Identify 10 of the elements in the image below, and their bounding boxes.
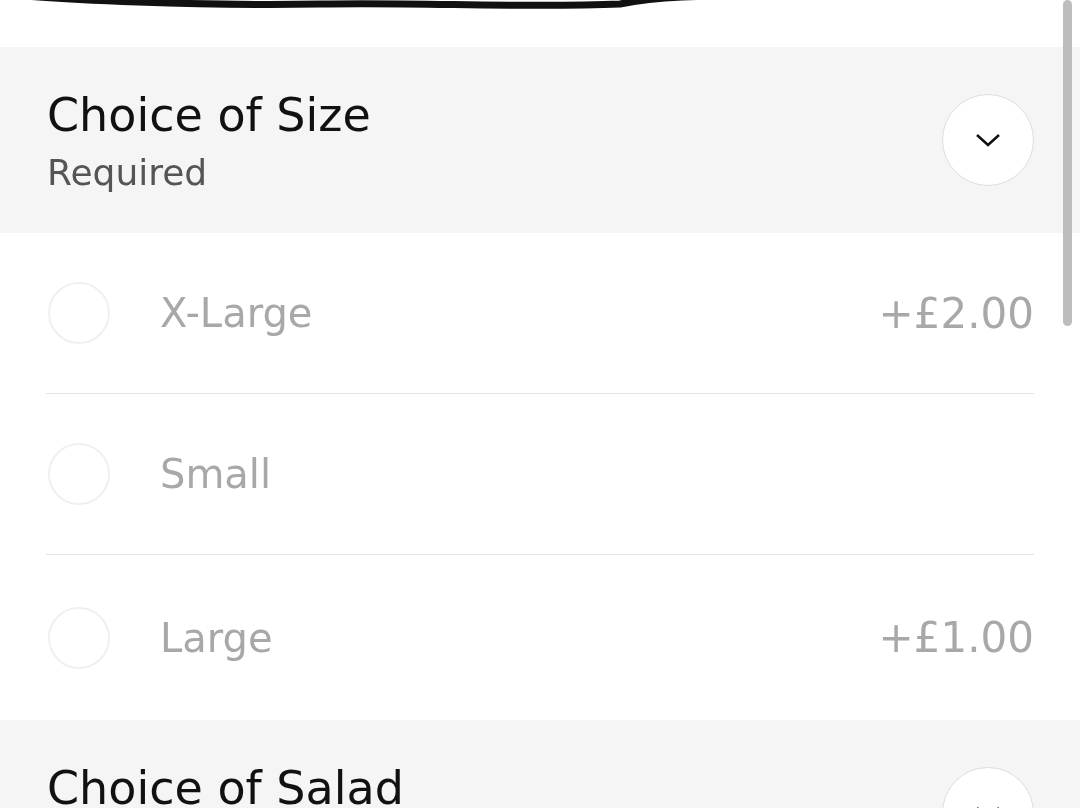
option-label: X-Large: [160, 290, 314, 336]
required-label: Required: [47, 151, 209, 195]
section-title: Choice of Size: [47, 87, 371, 143]
option-label: Large: [160, 614, 274, 661]
scrollbar[interactable]: [1063, 0, 1072, 326]
option-price: +£1.00: [878, 613, 1034, 662]
chevron-down-icon: [975, 132, 1001, 148]
section-title: Choice of Salad: [47, 760, 404, 808]
option-label: Small: [160, 451, 273, 497]
option-price: +£2.00: [878, 288, 1034, 338]
